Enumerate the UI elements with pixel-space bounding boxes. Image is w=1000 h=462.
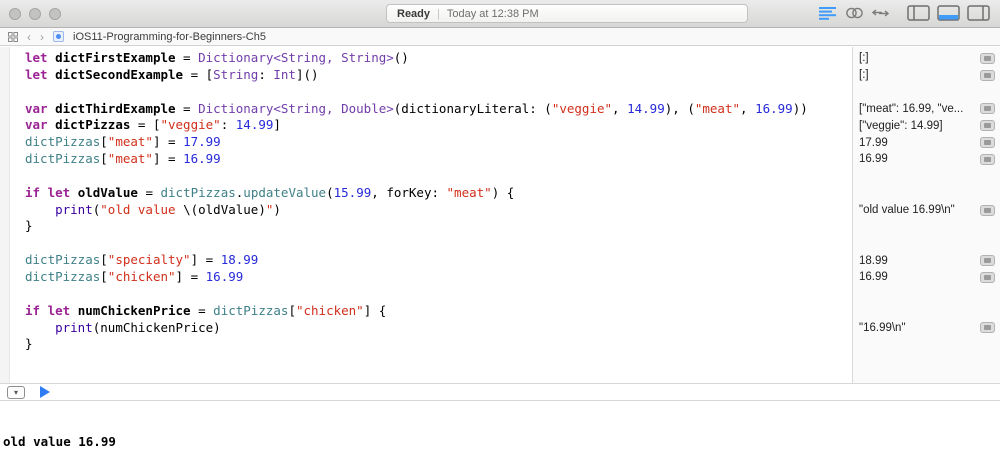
- status-timestamp: Today at 12:38 PM: [446, 7, 539, 20]
- activity-viewer: Ready | Today at 12:38 PM: [386, 4, 748, 23]
- code-line: }: [25, 218, 33, 234]
- code-editor[interactable]: let dictFirstExample = Dictionary<String…: [11, 47, 852, 383]
- result-row: ["meat": 16.99, "ve...: [853, 101, 1000, 118]
- result-value: ["veggie": 14.99]: [859, 119, 943, 132]
- result-row: [:]: [853, 67, 1000, 84]
- forward-button[interactable]: ›: [40, 31, 44, 43]
- result-row: [853, 286, 1000, 303]
- navigator-panel-icon[interactable]: [907, 5, 930, 21]
- panel-toggle-group: [907, 5, 990, 21]
- result-value: "16.99\n": [859, 321, 906, 334]
- result-row: [853, 168, 1000, 185]
- result-row: [853, 336, 1000, 353]
- show-result-button[interactable]: [980, 322, 995, 334]
- result-row: [853, 185, 1000, 202]
- code-line: if let oldValue = dictPizzas.updateValue…: [25, 184, 515, 200]
- close-window-button[interactable]: [9, 8, 21, 20]
- back-button[interactable]: ‹: [27, 31, 31, 43]
- run-playground-icon[interactable]: [40, 386, 50, 398]
- playground-results-sidebar: [:] [:] ["meat": 16.99, "ve... ["veggie": 1…: [852, 47, 1000, 383]
- result-row: [853, 235, 1000, 252]
- result-value: [:]: [859, 52, 869, 65]
- debug-area-panel-icon[interactable]: [937, 5, 960, 21]
- code-line: print(numChickenPrice): [55, 319, 221, 335]
- show-result-button[interactable]: [980, 153, 995, 165]
- result-row: [:]: [853, 50, 1000, 67]
- result-row: 18.99: [853, 252, 1000, 269]
- code-line: dictPizzas["meat"] = 16.99: [25, 151, 221, 167]
- result-value: [:]: [859, 69, 869, 82]
- minimize-window-button[interactable]: [29, 8, 41, 20]
- result-row: "16.99\n": [853, 320, 1000, 337]
- code-line: var dictThirdExample = Dictionary<String…: [25, 100, 808, 116]
- jump-bar: ‹ › iOS11-Programming-for-Beginners-Ch5: [0, 28, 1000, 46]
- zoom-window-button[interactable]: [49, 8, 61, 20]
- result-row: [853, 303, 1000, 320]
- result-value: 18.99: [859, 254, 888, 267]
- show-result-button[interactable]: [980, 204, 995, 216]
- code-line: let dictSecondExample = [String: Int](): [25, 66, 319, 82]
- show-result-button[interactable]: [980, 120, 995, 132]
- result-row: [853, 84, 1000, 101]
- result-row: 16.99: [853, 269, 1000, 286]
- result-row: ["veggie": 14.99]: [853, 117, 1000, 134]
- related-items-icon[interactable]: [8, 31, 18, 42]
- editor-gutter: [0, 47, 10, 383]
- code-line: if let numChickenPrice = dictPizzas["chi…: [25, 302, 387, 318]
- result-value: ["meat": 16.99, "ve...: [859, 102, 964, 115]
- status-text: Ready: [397, 7, 431, 20]
- show-result-button[interactable]: [980, 103, 995, 115]
- status-separator: |: [437, 7, 440, 20]
- code-line: var dictPizzas = ["veggie": 14.99]: [25, 117, 281, 133]
- code-lines: let dictFirstExample = Dictionary<String…: [25, 50, 852, 353]
- debug-bar: ▾: [0, 383, 1000, 401]
- title-bar: Ready | Today at 12:38 PM: [0, 0, 1000, 28]
- result-row: [853, 218, 1000, 235]
- result-value: 16.99: [859, 271, 888, 284]
- show-result-button[interactable]: [980, 69, 995, 81]
- playground-file-icon: [53, 31, 64, 42]
- hide-console-icon[interactable]: ▾: [7, 385, 25, 399]
- breadcrumb-file-title[interactable]: iOS11-Programming-for-Beginners-Ch5: [73, 31, 266, 43]
- xcode-playground-window: Ready | Today at 12:38 PM ‹ › iOS11-Prog…: [0, 0, 1000, 462]
- utilities-panel-icon[interactable]: [967, 5, 990, 21]
- code-line: dictPizzas["specialty"] = 18.99: [25, 252, 259, 268]
- code-line: let dictFirstExample = Dictionary<String…: [25, 50, 409, 65]
- code-line: dictPizzas["chicken"] = 16.99: [25, 268, 244, 284]
- editor-mode-group: [819, 6, 889, 20]
- code-line: dictPizzas["meat"] = 17.99: [25, 134, 221, 150]
- result-value: 16.99: [859, 153, 888, 166]
- show-result-button[interactable]: [980, 271, 995, 283]
- assistant-editor-icon[interactable]: [846, 7, 863, 19]
- standard-editor-icon[interactable]: [819, 6, 837, 20]
- show-result-button[interactable]: [980, 255, 995, 267]
- result-row: 16.99: [853, 151, 1000, 168]
- show-result-button[interactable]: [980, 137, 995, 149]
- console-output[interactable]: old value 16.99 16.99: [0, 401, 1000, 462]
- result-value: "old value 16.99\n": [859, 204, 955, 217]
- code-line: print("old value \(oldValue)"): [55, 201, 281, 217]
- result-rows: [:] [:] ["meat": 16.99, "ve... ["veggie": 1…: [853, 50, 1000, 353]
- result-row: "old value 16.99\n": [853, 202, 1000, 219]
- traffic-lights: [9, 8, 61, 20]
- result-row: 17.99: [853, 134, 1000, 151]
- show-result-button[interactable]: [980, 52, 995, 64]
- code-line: }: [25, 336, 33, 352]
- version-editor-icon[interactable]: [872, 7, 889, 19]
- result-value: 17.99: [859, 136, 888, 149]
- console-line: old value 16.99: [3, 434, 116, 449]
